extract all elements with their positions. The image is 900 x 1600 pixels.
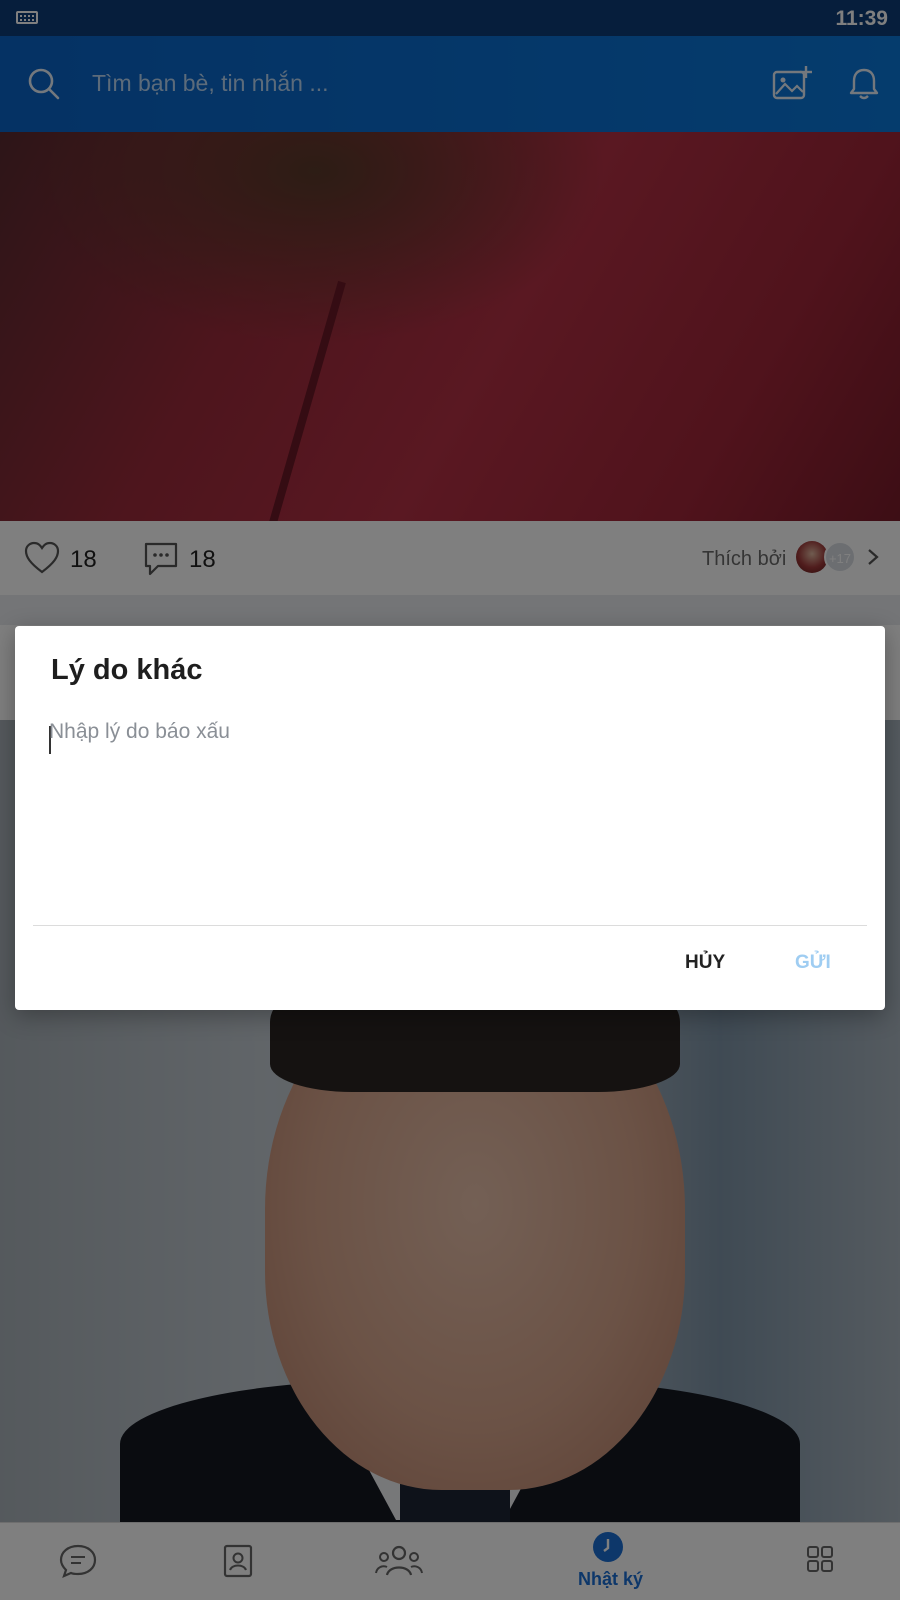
dialog-divider bbox=[33, 925, 867, 926]
report-reason-dialog: Lý do khác HỦY GỬI bbox=[15, 626, 885, 1010]
reason-input[interactable] bbox=[49, 720, 849, 890]
cancel-button[interactable]: HỦY bbox=[685, 952, 725, 974]
send-button[interactable]: GỬI bbox=[795, 952, 831, 974]
dialog-title: Lý do khác bbox=[51, 654, 203, 686]
